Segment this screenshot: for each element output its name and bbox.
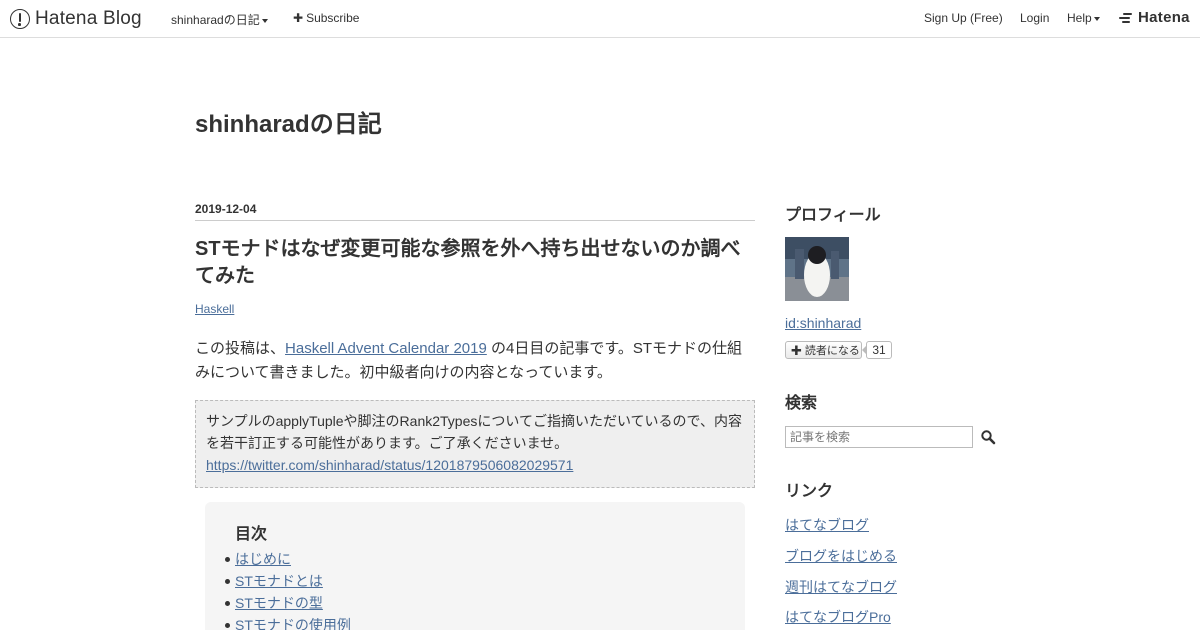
chevron-down-icon [1093, 16, 1100, 21]
table-of-contents: 目次 はじめに STモナドとは STモナドの型 STモナドの使用例 [205, 502, 745, 630]
toc-link-st-monad-type[interactable]: STモナドの型 [235, 595, 323, 611]
avatar[interactable] [785, 237, 849, 301]
hatena-logo-icon [1119, 11, 1135, 25]
signup-link[interactable]: Sign Up (Free) [924, 11, 1003, 25]
link-start-blog[interactable]: ブログをはじめる [785, 546, 897, 566]
toc-item: はじめに [225, 548, 715, 570]
toc-title: 目次 [235, 526, 268, 543]
toc-link-hajimeni[interactable]: はじめに [235, 551, 291, 567]
links-heading: リンク [785, 483, 834, 500]
profile-id-link[interactable]: id:shinharad [785, 315, 861, 331]
global-header: Hatena Blog shinharadの日記 ✚ Subscribe Sign… [0, 0, 1200, 38]
blog-title[interactable]: shinharadの日記 [195, 104, 382, 139]
entry-intro: この投稿は、Haskell Advent Calendar 2019 の4日目の… [195, 337, 755, 385]
search-heading: 検索 [785, 395, 818, 412]
link-hatena-blog[interactable]: はてなブログ [785, 515, 869, 535]
toc-item: STモナドの型 [225, 592, 715, 614]
hatena-blog-logo[interactable]: Hatena Blog [10, 7, 142, 31]
hatena-logo[interactable]: Hatena [1119, 9, 1190, 26]
become-reader-label: 読者になる [804, 345, 860, 357]
date-divider [195, 220, 755, 221]
toc-list: はじめに STモナドとは STモナドの型 STモナドの使用例 [225, 548, 715, 630]
subscribe-label: Subscribe [306, 11, 360, 25]
search-input[interactable] [785, 426, 973, 448]
logo-text: Hatena Blog [35, 8, 142, 29]
help-dropdown[interactable]: Help [1067, 11, 1100, 25]
help-label: Help [1067, 11, 1092, 25]
toc-link-st-monad[interactable]: STモナドとは [235, 573, 323, 589]
hatena-logo-text: Hatena [1138, 9, 1190, 26]
advent-calendar-link[interactable]: Haskell Advent Calendar 2019 [285, 340, 487, 357]
become-reader-button[interactable]: ✚ 読者になる [785, 341, 862, 359]
toc-link-st-monad-example[interactable]: STモナドの使用例 [235, 617, 351, 630]
subscribe-button[interactable]: ✚ Subscribe [293, 11, 359, 25]
correction-note: サンプルのapplyTupleや脚注のRank2Typesについてご指摘いただい… [195, 400, 755, 488]
search-icon[interactable] [980, 429, 996, 445]
intro-text-before: この投稿は、 [195, 340, 286, 357]
reader-count-badge[interactable]: 31 [862, 341, 892, 359]
blog-menu-dropdown[interactable]: shinharadの日記 [171, 11, 268, 28]
entry-title[interactable]: STモナドはなぜ変更可能な参照を外へ持ち出せないのか調べてみた [195, 236, 755, 290]
toc-item: STモナドとは [225, 570, 715, 592]
toc-item: STモナドの使用例 [225, 614, 715, 630]
hatena-blog-logo-icon [10, 9, 30, 29]
blog-menu-label: shinharadの日記 [171, 13, 260, 27]
profile-heading: プロフィール [785, 207, 881, 224]
category-link[interactable]: Haskell [195, 302, 234, 316]
plus-icon: ✚ [791, 342, 802, 358]
link-hatena-blog-pro[interactable]: はてなブログPro [785, 607, 891, 627]
twitter-status-link[interactable]: https://twitter.com/shinharad/status/120… [206, 457, 573, 473]
entry-date[interactable]: 2019-12-04 [195, 202, 256, 216]
note-text: サンプルのapplyTupleや脚注のRank2Typesについてご指摘いただい… [206, 413, 742, 451]
link-weekly-hatena-blog[interactable]: 週刊はてなブログ [785, 577, 897, 597]
login-link[interactable]: Login [1020, 11, 1049, 25]
plus-icon: ✚ [293, 11, 304, 25]
chevron-down-icon [261, 18, 268, 23]
